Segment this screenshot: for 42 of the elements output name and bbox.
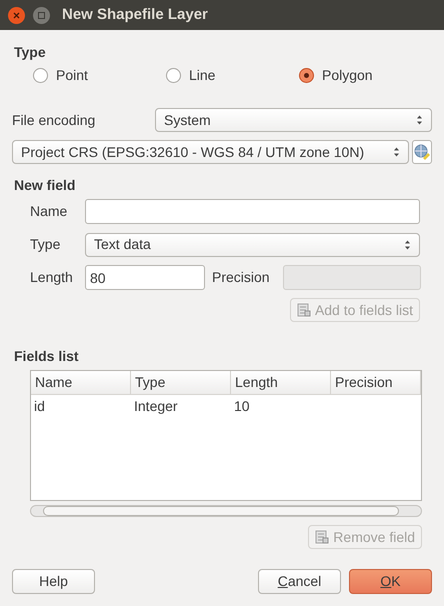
list-icon	[296, 303, 311, 317]
radio-button[interactable]	[299, 68, 314, 82]
window-title: New Shapefile Layer	[62, 4, 208, 25]
table-cell-text: Integer	[133, 396, 179, 416]
column-header[interactable]: Length	[231, 371, 331, 394]
dialog-button[interactable]: Help	[12, 569, 95, 594]
spinner-arrows-icon	[393, 146, 400, 158]
name-input[interactable]	[85, 199, 420, 224]
dialog-button[interactable]: OK	[349, 569, 432, 594]
field-label: File encoding	[12, 110, 96, 130]
list-icon	[315, 530, 330, 544]
radio-button[interactable]	[166, 68, 181, 82]
length-input[interactable]: 80	[85, 265, 205, 290]
crs-button[interactable]	[412, 140, 432, 164]
type-select[interactable]: Text data	[85, 232, 420, 256]
radio-option[interactable]: Point	[33, 64, 166, 86]
column-header[interactable]: Type	[131, 371, 231, 394]
close-button[interactable]	[8, 6, 25, 24]
table-cell-text: 10	[233, 396, 251, 416]
section-title: New field	[14, 176, 76, 193]
radio-option[interactable]: Polygon	[299, 64, 373, 86]
horizontal-scrollbar[interactable]	[30, 505, 422, 517]
radio-button[interactable]	[33, 68, 48, 82]
table-cell-text: id	[33, 396, 46, 416]
maximize-icon	[38, 12, 45, 18]
globe-icon	[414, 144, 430, 160]
column-header[interactable]: Precision	[331, 371, 421, 394]
spinner-arrows-icon	[416, 114, 423, 126]
field-label: Name	[30, 202, 68, 221]
crs-select[interactable]: Project CRS (EPSG:32610 - WGS 84 / UTM zone 10N)	[12, 140, 410, 164]
close-icon	[13, 12, 20, 18]
section-title: Type	[14, 43, 47, 60]
maximize-button[interactable]	[33, 6, 50, 24]
spinner-arrows-icon	[404, 238, 411, 250]
dialog-button[interactable]: Cancel	[258, 569, 341, 594]
radio-option[interactable]: Line	[166, 64, 299, 86]
field-label: Length	[30, 268, 74, 287]
encoding-select[interactable]: System	[155, 108, 432, 132]
section-title: Fields list	[14, 347, 80, 364]
column-header[interactable]: Name	[31, 371, 131, 394]
field-label: Type	[30, 235, 62, 254]
field-label: Precision	[212, 268, 271, 287]
